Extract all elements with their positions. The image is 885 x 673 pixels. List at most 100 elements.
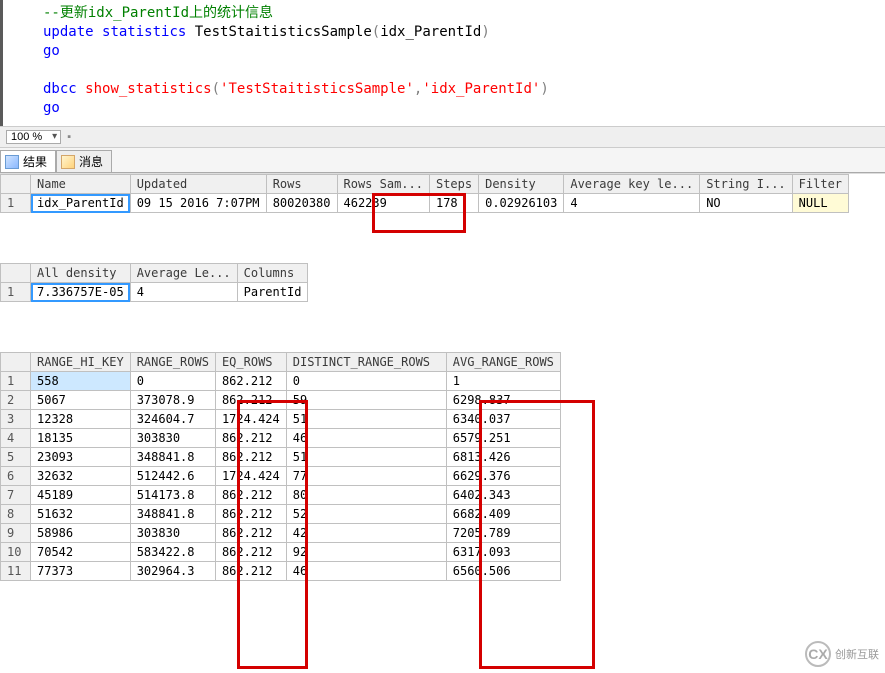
col-all-density[interactable]: All density <box>31 264 131 283</box>
cell[interactable]: 6560.506 <box>446 562 560 581</box>
table-row[interactable]: 25067373078.9862.212596298.837 <box>1 391 561 410</box>
cell[interactable]: 6298.837 <box>446 391 560 410</box>
table-row[interactable]: 1 idx_ParentId 09 15 2016 7:07PM 8002038… <box>1 194 849 213</box>
cell[interactable]: 4 <box>130 283 237 302</box>
cell[interactable]: 80 <box>286 486 446 505</box>
row-number[interactable]: 9 <box>1 524 31 543</box>
cell[interactable]: 178 <box>429 194 478 213</box>
cell[interactable]: 6629.376 <box>446 467 560 486</box>
cell[interactable]: 862.212 <box>215 372 286 391</box>
cell[interactable]: 77373 <box>31 562 131 581</box>
row-number[interactable]: 10 <box>1 543 31 562</box>
cell[interactable]: 348841.8 <box>130 448 215 467</box>
cell[interactable]: 373078.9 <box>130 391 215 410</box>
cell[interactable]: 1724.424 <box>215 467 286 486</box>
cell[interactable]: 862.212 <box>215 448 286 467</box>
row-number[interactable]: 5 <box>1 448 31 467</box>
row-number[interactable]: 2 <box>1 391 31 410</box>
col-distinct-range-rows[interactable]: DISTINCT_RANGE_ROWS <box>286 353 446 372</box>
cell[interactable]: 6579.251 <box>446 429 560 448</box>
cell[interactable]: 324604.7 <box>130 410 215 429</box>
cell[interactable]: 52 <box>286 505 446 524</box>
row-number[interactable]: 1 <box>1 372 31 391</box>
row-number[interactable]: 11 <box>1 562 31 581</box>
cell[interactable]: 70542 <box>31 543 131 562</box>
cell[interactable]: 348841.8 <box>130 505 215 524</box>
cell[interactable]: 32632 <box>31 467 131 486</box>
cell[interactable]: 303830 <box>130 524 215 543</box>
cell[interactable]: 512442.6 <box>130 467 215 486</box>
tab-messages[interactable]: 消息 <box>56 150 112 172</box>
cell[interactable]: 42 <box>286 524 446 543</box>
cell[interactable]: 46 <box>286 562 446 581</box>
col-columns[interactable]: Columns <box>237 264 308 283</box>
col-name[interactable]: Name <box>31 175 131 194</box>
cell[interactable]: ParentId <box>237 283 308 302</box>
histogram-grid[interactable]: RANGE_HI_KEY RANGE_ROWS EQ_ROWS DISTINCT… <box>0 352 561 581</box>
cell[interactable]: 0.02926103 <box>479 194 564 213</box>
cell[interactable]: 92 <box>286 543 446 562</box>
col-avg-key-len[interactable]: Average key le... <box>564 175 700 194</box>
cell[interactable]: 6682.409 <box>446 505 560 524</box>
col-density[interactable]: Density <box>479 175 564 194</box>
cell[interactable]: 0 <box>130 372 215 391</box>
cell[interactable]: 23093 <box>31 448 131 467</box>
table-row[interactable]: 958986303830862.212427205.789 <box>1 524 561 543</box>
cell[interactable]: 77 <box>286 467 446 486</box>
cell[interactable]: idx_ParentId <box>31 194 131 213</box>
cell[interactable]: 0 <box>286 372 446 391</box>
cell[interactable]: 862.212 <box>215 391 286 410</box>
row-number[interactable]: 4 <box>1 429 31 448</box>
cell[interactable]: 1724.424 <box>215 410 286 429</box>
cell[interactable]: 59 <box>286 391 446 410</box>
col-rows[interactable]: Rows <box>266 175 337 194</box>
stats-header-grid[interactable]: Name Updated Rows Rows Sam... Steps Dens… <box>0 174 849 213</box>
density-grid[interactable]: All density Average Le... Columns 1 7.33… <box>0 263 308 302</box>
col-eq-rows[interactable]: EQ_ROWS <box>215 353 286 372</box>
cell[interactable]: 5067 <box>31 391 131 410</box>
cell[interactable]: 45189 <box>31 486 131 505</box>
cell[interactable]: 862.212 <box>215 505 286 524</box>
table-row[interactable]: 1 7.336757E-05 4 ParentId <box>1 283 308 302</box>
table-row[interactable]: 418135303830862.212466579.251 <box>1 429 561 448</box>
table-row[interactable]: 15580862.21201 <box>1 372 561 391</box>
cell[interactable]: 12328 <box>31 410 131 429</box>
cell[interactable]: 1 <box>446 372 560 391</box>
cell[interactable]: 514173.8 <box>130 486 215 505</box>
col-steps[interactable]: Steps <box>429 175 478 194</box>
cell[interactable]: 6402.343 <box>446 486 560 505</box>
cell[interactable]: 4 <box>564 194 700 213</box>
cell[interactable]: NO <box>700 194 792 213</box>
row-number[interactable]: 1 <box>1 194 31 213</box>
cell[interactable]: 7.336757E-05 <box>31 283 131 302</box>
col-string-index[interactable]: String I... <box>700 175 792 194</box>
cell[interactable]: 58986 <box>31 524 131 543</box>
col-avg-range-rows[interactable]: AVG_RANGE_ROWS <box>446 353 560 372</box>
cell[interactable]: 6340.037 <box>446 410 560 429</box>
table-row[interactable]: 1177373302964.3862.212466560.506 <box>1 562 561 581</box>
cell[interactable]: 7205.789 <box>446 524 560 543</box>
cell[interactable]: 46 <box>286 429 446 448</box>
col-avg-len[interactable]: Average Le... <box>130 264 237 283</box>
col-rows-sampled[interactable]: Rows Sam... <box>337 175 429 194</box>
col-updated[interactable]: Updated <box>130 175 266 194</box>
cell[interactable]: 558 <box>31 372 131 391</box>
tab-results[interactable]: 结果 <box>0 150 56 172</box>
col-range-hi-key[interactable]: RANGE_HI_KEY <box>31 353 131 372</box>
row-number[interactable]: 1 <box>1 283 31 302</box>
cell[interactable]: 862.212 <box>215 543 286 562</box>
table-row[interactable]: 312328324604.71724.424516340.037 <box>1 410 561 429</box>
zoom-combo[interactable]: 100 % <box>6 130 61 144</box>
sql-editor[interactable]: --更新idx_ParentId上的统计信息 update statistics… <box>0 0 885 126</box>
cell[interactable]: 6317.093 <box>446 543 560 562</box>
table-row[interactable]: 745189514173.8862.212806402.343 <box>1 486 561 505</box>
row-number[interactable]: 6 <box>1 467 31 486</box>
cell[interactable]: 862.212 <box>215 562 286 581</box>
cell[interactable]: 303830 <box>130 429 215 448</box>
cell[interactable]: 302964.3 <box>130 562 215 581</box>
cell[interactable]: 09 15 2016 7:07PM <box>130 194 266 213</box>
row-number[interactable]: 3 <box>1 410 31 429</box>
cell[interactable]: 862.212 <box>215 486 286 505</box>
cell[interactable]: 51 <box>286 410 446 429</box>
col-filter[interactable]: Filter <box>792 175 848 194</box>
